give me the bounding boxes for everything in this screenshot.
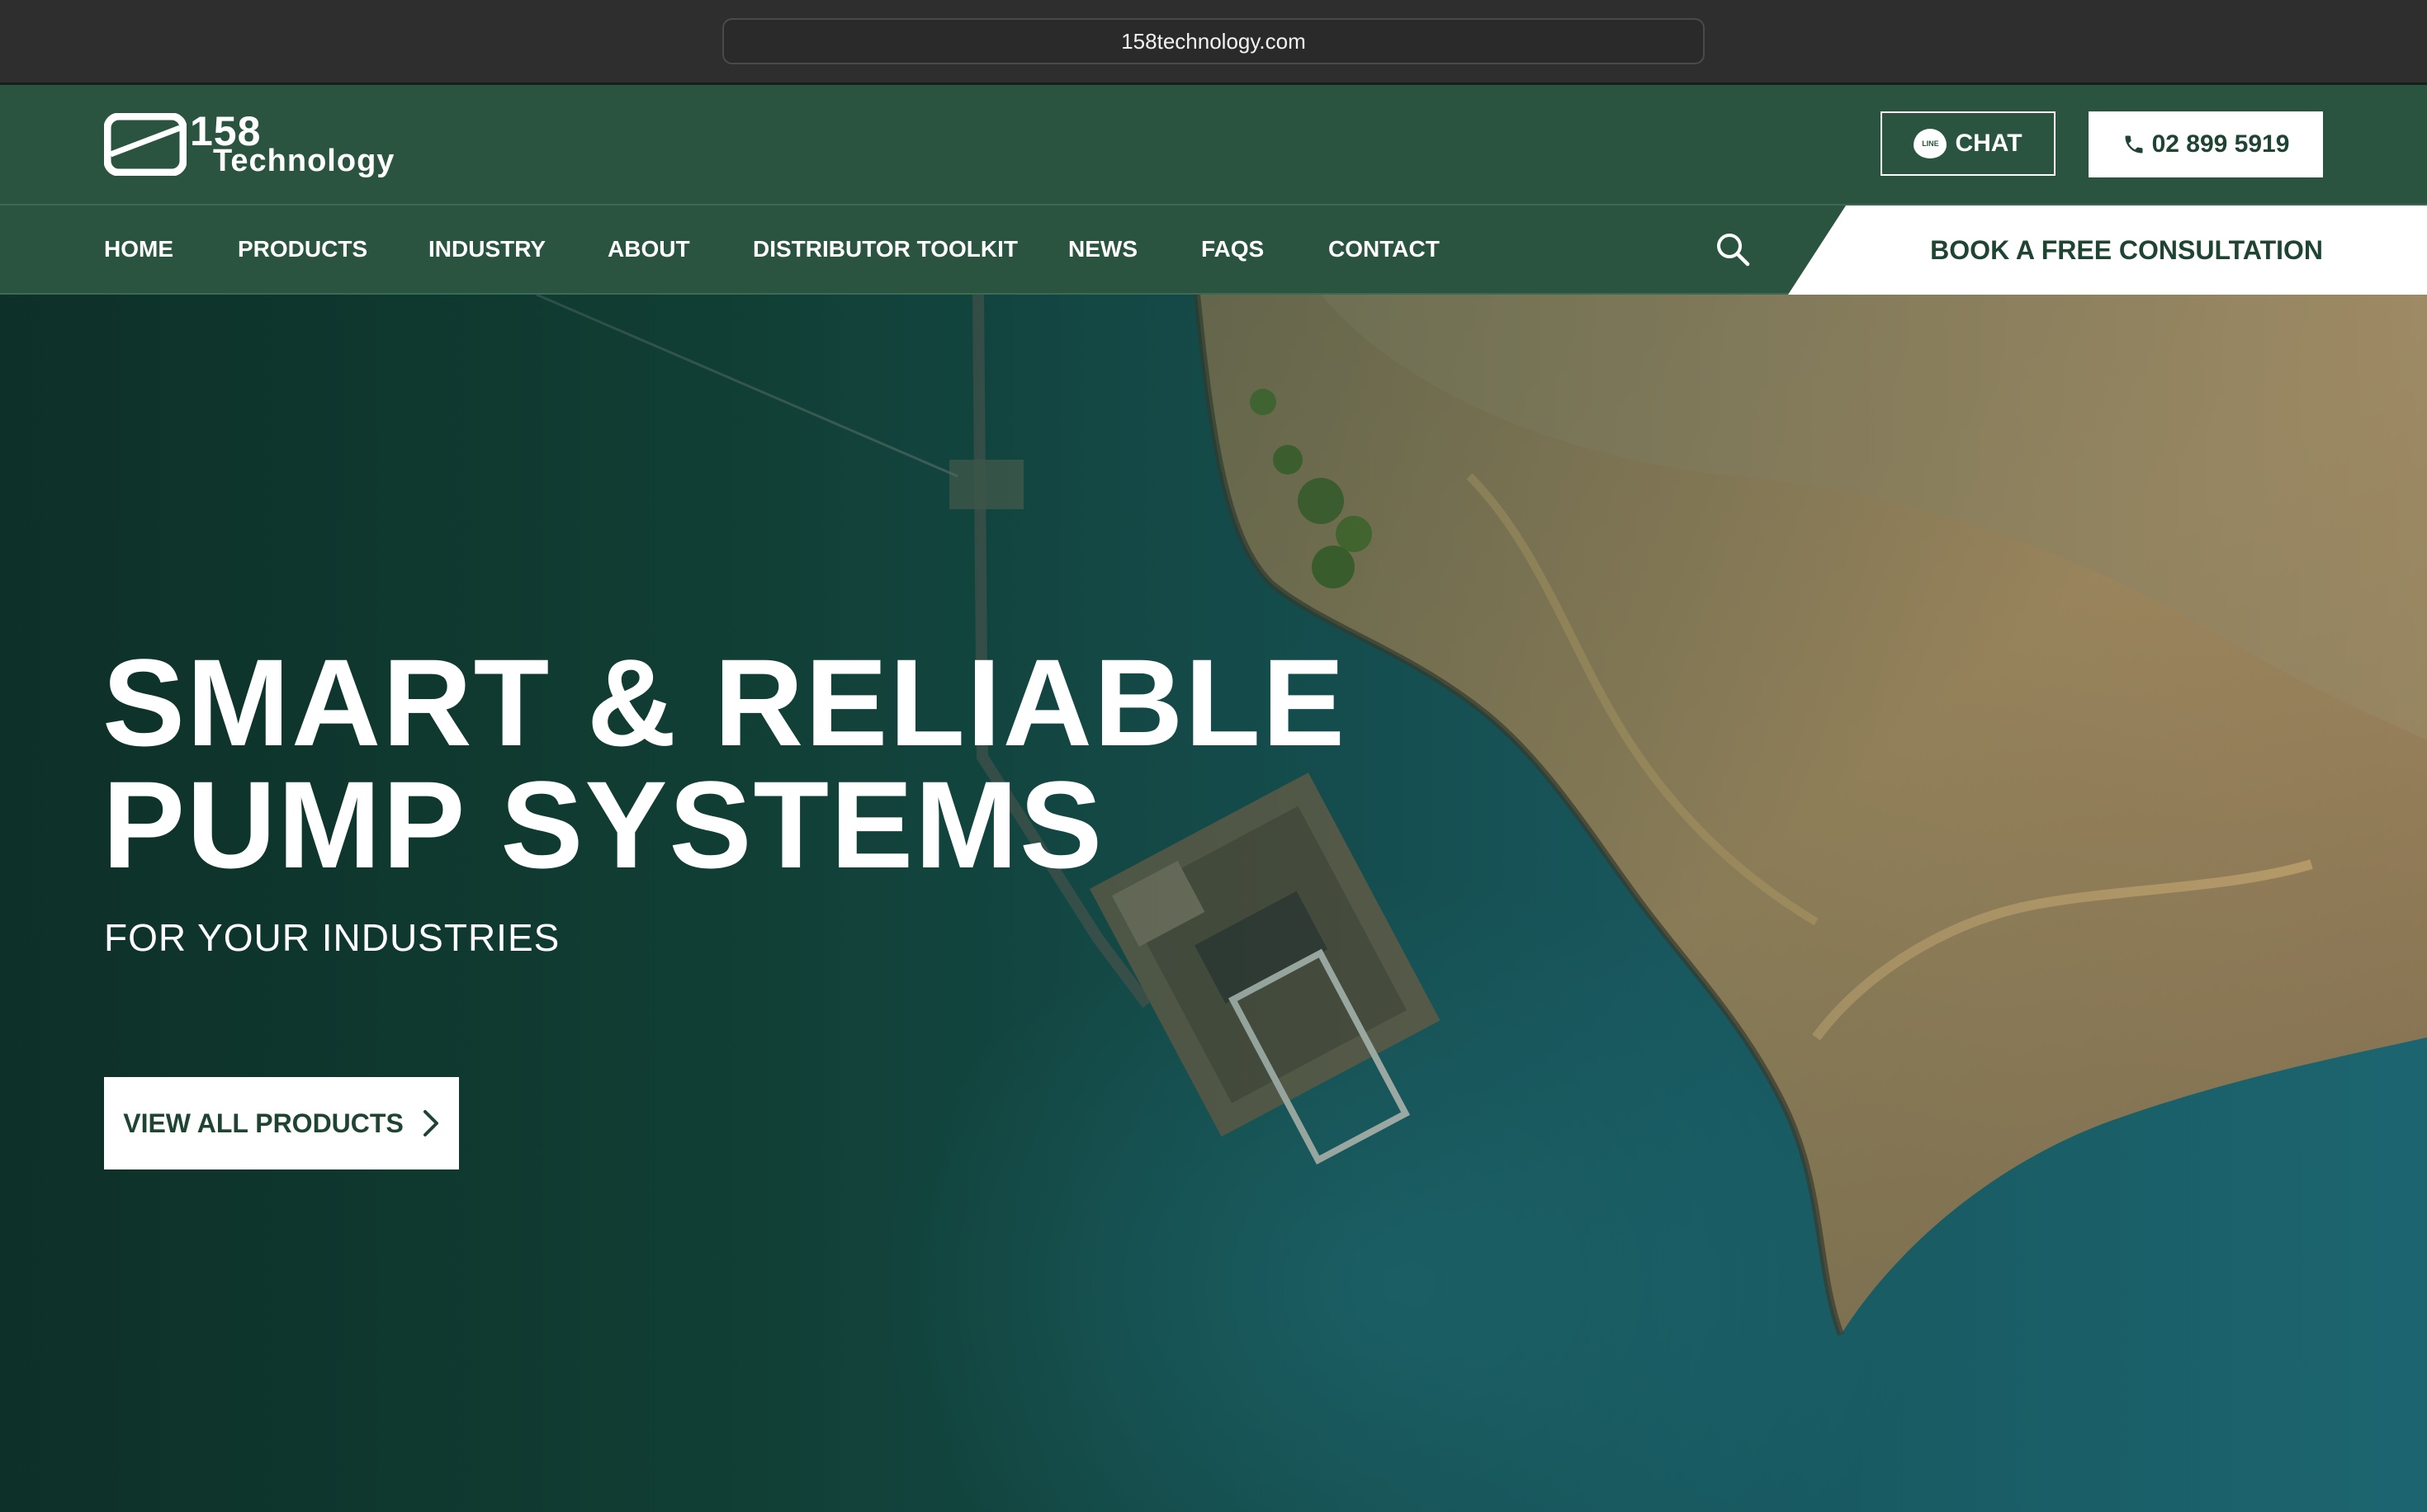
- phone-icon: [2125, 135, 2143, 154]
- address-bar[interactable]: 158technology.com: [722, 18, 1705, 64]
- search-icon[interactable]: [1714, 230, 1752, 268]
- view-all-products-label: VIEW ALL PRODUCTS: [123, 1108, 404, 1138]
- main-navigation: HOME PRODUCTS INDUSTRY ABOUT DISTRIBUTOR…: [0, 204, 2427, 295]
- logo-mark-icon: [104, 113, 187, 176]
- nav-item-distributor-toolkit[interactable]: DISTRIBUTOR TOOLKIT: [753, 206, 1018, 293]
- hero-title: SMART & RELIABLE PUMP SYSTEMS: [102, 633, 1346, 894]
- chat-label: CHAT: [1955, 130, 2022, 157]
- nav-item-products[interactable]: PRODUCTS: [238, 206, 367, 293]
- hero-background-image: [0, 295, 2427, 1512]
- nav-item-contact[interactable]: CONTACT: [1328, 206, 1440, 293]
- line-chat-icon-text: LINE: [1922, 139, 1939, 148]
- chevron-right-icon: [423, 1110, 438, 1136]
- nav-item-home[interactable]: HOME: [104, 206, 173, 293]
- book-consultation-label: BOOK A FREE CONSULTATION: [1930, 234, 2323, 265]
- line-chat-icon: LINE: [1914, 129, 1947, 158]
- logo-wordmark: Technology: [213, 144, 395, 178]
- nav-item-industry[interactable]: INDUSTRY: [428, 206, 546, 293]
- chat-button[interactable]: LINE CHAT: [1881, 111, 2056, 176]
- nav-item-about[interactable]: ABOUT: [608, 206, 690, 293]
- phone-label: 02 899 5919: [2151, 130, 2290, 158]
- hero-title-line-2: PUMP SYSTEMS: [102, 755, 1105, 894]
- nav-item-faqs[interactable]: FAQS: [1201, 206, 1264, 293]
- site-logo[interactable]: 158 Technology: [104, 110, 401, 179]
- nav-item-news[interactable]: NEWS: [1068, 206, 1138, 293]
- view-all-products-button[interactable]: VIEW ALL PRODUCTS: [104, 1077, 459, 1169]
- hero-subtitle: FOR YOUR INDUSTRIES: [104, 916, 561, 959]
- phone-button[interactable]: 02 899 5919: [2089, 111, 2323, 177]
- hero-section: SMART & RELIABLE PUMP SYSTEMS FOR YOUR I…: [0, 295, 2427, 1512]
- site-header: 158 Technology LINE CHAT 02 899 5919: [0, 85, 2427, 204]
- browser-toolbar: 158technology.com: [0, 0, 2427, 84]
- hero-title-line-1: SMART & RELIABLE: [102, 633, 1346, 772]
- book-consultation-button[interactable]: BOOK A FREE CONSULTATION: [1788, 206, 2427, 295]
